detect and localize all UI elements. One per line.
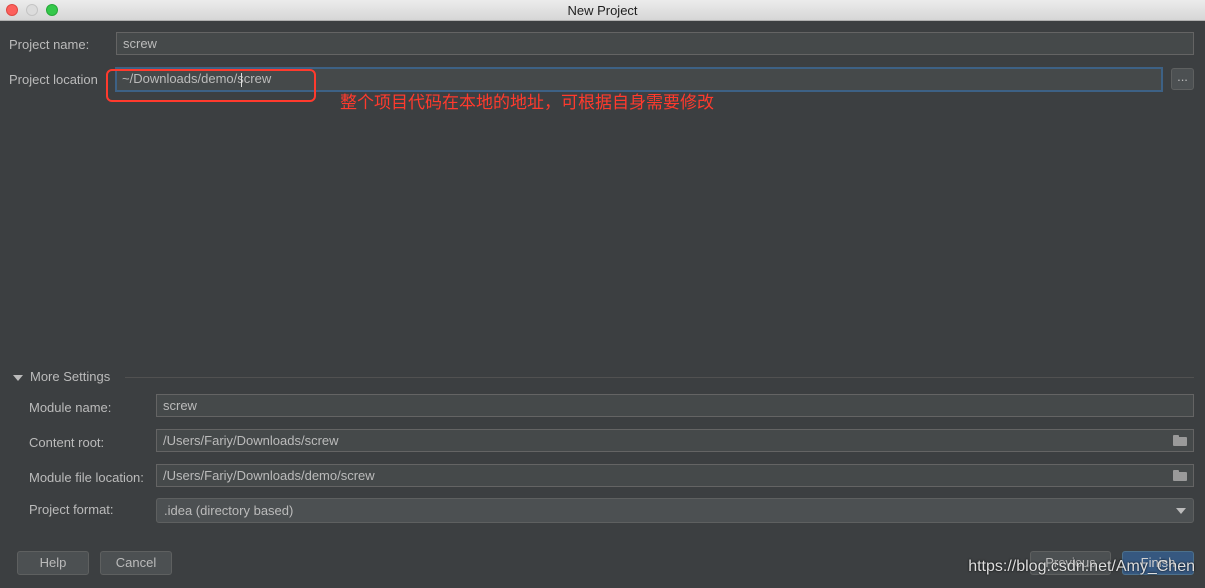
chevron-down-icon [1176,508,1186,514]
project-format-label: Project format: [29,502,114,517]
module-file-location-input[interactable]: /Users/Fariy/Downloads/demo/screw [156,464,1194,487]
more-settings-label: More Settings [30,369,111,384]
title-bar: New Project [0,0,1205,21]
annotation-highlight-box [106,69,316,102]
window-title: New Project [567,3,638,18]
project-location-label: Project location [9,72,98,87]
help-button[interactable]: Help [17,551,89,575]
browse-location-button[interactable]: ... [1171,68,1194,90]
module-name-label: Module name: [29,400,112,415]
watermark-text: https://blog.csdn.net/Amy_Chen [968,558,1195,575]
project-format-value: .idea (directory based) [164,503,294,518]
section-divider [125,377,1194,378]
module-name-input[interactable]: screw [156,394,1194,417]
module-file-location-value: /Users/Fariy/Downloads/demo/screw [163,468,375,483]
project-name-input[interactable]: screw [116,32,1194,55]
content-root-value: /Users/Fariy/Downloads/screw [163,433,339,448]
project-format-select[interactable]: .idea (directory based) [156,498,1194,523]
chevron-down-icon [13,375,23,381]
project-name-label: Project name: [9,37,90,52]
content-root-input[interactable]: /Users/Fariy/Downloads/screw [156,429,1194,452]
folder-icon[interactable] [1173,470,1187,481]
module-file-location-label: Module file location: [29,470,144,485]
folder-icon[interactable] [1173,435,1187,446]
annotation-text: 整个项目代码在本地的地址，可根据自身需要修改 [340,93,714,112]
content-root-label: Content root: [29,435,105,450]
cancel-button[interactable]: Cancel [100,551,172,575]
